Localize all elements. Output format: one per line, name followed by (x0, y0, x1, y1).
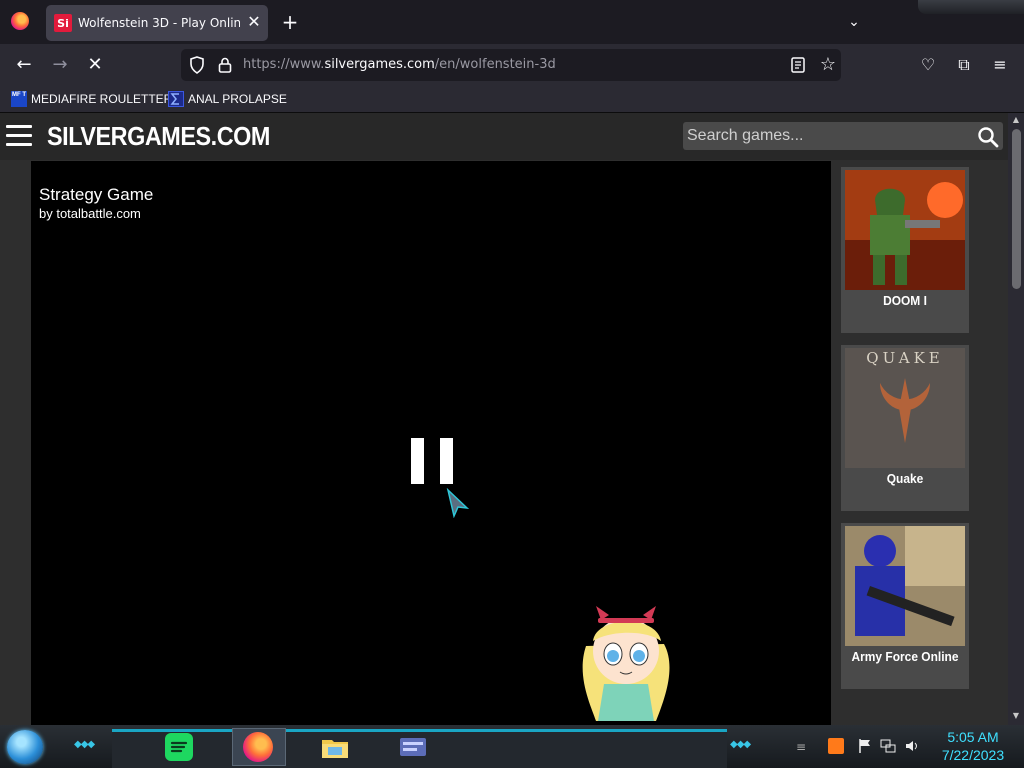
ad-sponsor[interactable]: by totalbattle.com (39, 206, 141, 221)
tab-wolfenstein[interactable]: Si Wolfenstein 3D - Play Online on ✕ (46, 5, 268, 41)
quake-thumbnail-image[interactable]: QUAKE (845, 348, 965, 468)
reader-view-icon[interactable] (789, 56, 807, 74)
window-frame-decoration (918, 0, 1024, 14)
stop-loading-icon[interactable]: ✕ (82, 53, 108, 77)
taskbar: ◆◆◆ ◆◆◆ ≡ 5:05 AM 7/22/2023 (0, 725, 1024, 768)
game-card-doom[interactable]: DOOM I (841, 167, 969, 333)
firefox-taskbar-button[interactable] (232, 728, 286, 766)
pocket-icon[interactable]: ♡ (916, 53, 940, 77)
file-explorer-icon[interactable] (320, 732, 350, 762)
network-icon[interactable] (880, 738, 896, 754)
show-hidden-icons-icon[interactable]: ≡ (796, 740, 816, 754)
clock-time: 5:05 AM (947, 729, 999, 745)
cartoon-character-image (582, 606, 670, 721)
taskbar-deco-chevrons-icon: ◆◆◆ (74, 739, 95, 750)
silvergames-favicon-icon: Si (54, 14, 72, 32)
system-clock[interactable]: 5:05 AM 7/22/2023 (932, 728, 1014, 764)
scroll-down-icon[interactable]: ▼ (1011, 711, 1021, 721)
web-page: SILVERGAMES.COM Strategy Game by totalba… (0, 113, 1008, 725)
game-area[interactable]: Strategy Game by totalbattle.com (31, 161, 831, 725)
related-games-sidebar: DOOM I QUAKE Quake Army Force Online (841, 167, 969, 707)
url-bar[interactable]: https://www.silvergames.com/en/wolfenste… (181, 49, 841, 81)
volume-icon[interactable] (904, 738, 920, 754)
back-arrow-icon[interactable]: ← (11, 53, 37, 77)
firefox-icon (243, 732, 273, 762)
page-scrollbar[interactable]: ▲ ▼ (1008, 113, 1024, 725)
forward-arrow-icon[interactable]: → (47, 53, 73, 77)
search-icon[interactable] (977, 126, 999, 148)
bookmark-label: ANAL PROLAPSE (188, 92, 287, 106)
url-host: silvergames.com (324, 57, 435, 72)
scrollbar-thumb[interactable] (1012, 129, 1021, 289)
doom-thumbnail-image[interactable] (845, 170, 965, 290)
extensions-icon[interactable]: ⧉ (952, 53, 976, 77)
scroll-up-icon[interactable]: ▲ (1011, 115, 1021, 125)
quake-logo-text: QUAKE (866, 349, 943, 367)
navigation-toolbar: ← → ✕ https://www.silvergames.com/en/wol… (0, 44, 1024, 86)
url-text[interactable]: https://www.silvergames.com/en/wolfenste… (243, 49, 556, 81)
tab-strip: Si Wolfenstein 3D - Play Online on ✕ + ⌄ (0, 0, 1024, 44)
bookmark-label: MEDIAFIRE ROULETTER (31, 92, 173, 106)
action-center-flag-icon[interactable] (857, 738, 873, 754)
game-card-label[interactable]: DOOM I (846, 293, 964, 308)
url-scheme: https://www. (243, 57, 325, 72)
taskbar-deco-chevrons-right-icon: ◆◆◆ (730, 739, 751, 750)
bookmark-second[interactable]: ANAL PROLAPSE (168, 90, 287, 108)
pause-icon[interactable] (411, 438, 453, 484)
chevron-down-icon[interactable]: ⌄ (842, 10, 866, 34)
army-force-thumbnail-image[interactable] (845, 526, 965, 646)
bookmark-mediafire-rouletter[interactable]: MF T MEDIAFIRE ROULETTER (11, 90, 172, 108)
url-path: /en/wolfenstein-3d (434, 57, 556, 72)
tab-title: Wolfenstein 3D - Play Online on (78, 16, 240, 30)
bookmarks-toolbar: MF T MEDIAFIRE ROULETTER ANAL PROLAPSE (0, 86, 1024, 113)
ad-title[interactable]: Strategy Game (39, 185, 153, 205)
clock-date: 7/22/2023 (941, 747, 1005, 763)
mediafire-favicon-icon: MF T (11, 91, 27, 107)
menu-icon[interactable] (6, 125, 32, 147)
spotify-icon[interactable] (164, 732, 194, 762)
sigma-favicon-icon (168, 91, 184, 107)
media-player-icon[interactable] (398, 732, 428, 762)
close-tab-icon[interactable]: ✕ (244, 12, 264, 32)
firefox-menu-icon[interactable] (11, 12, 29, 30)
site-logo[interactable]: SILVERGAMES.COM (47, 119, 270, 153)
search-box[interactable] (683, 122, 1003, 150)
mouse-cursor-icon (446, 488, 470, 518)
game-card-label[interactable]: Quake (846, 471, 964, 486)
game-card-army-force-online[interactable]: Army Force Online (841, 523, 969, 689)
lock-icon[interactable] (217, 56, 233, 74)
game-card-label[interactable]: Army Force Online (846, 649, 964, 664)
site-header: SILVERGAMES.COM (0, 113, 1008, 160)
search-input[interactable] (683, 122, 973, 150)
orange-tray-app-icon[interactable] (828, 738, 844, 754)
shield-icon[interactable] (189, 56, 205, 74)
new-tab-icon[interactable]: + (279, 11, 301, 33)
game-card-quake[interactable]: QUAKE Quake (841, 345, 969, 511)
hamburger-menu-icon[interactable]: ≡ (988, 53, 1012, 77)
start-orb-icon[interactable] (7, 730, 43, 764)
bookmark-star-icon[interactable]: ☆ (817, 54, 839, 76)
